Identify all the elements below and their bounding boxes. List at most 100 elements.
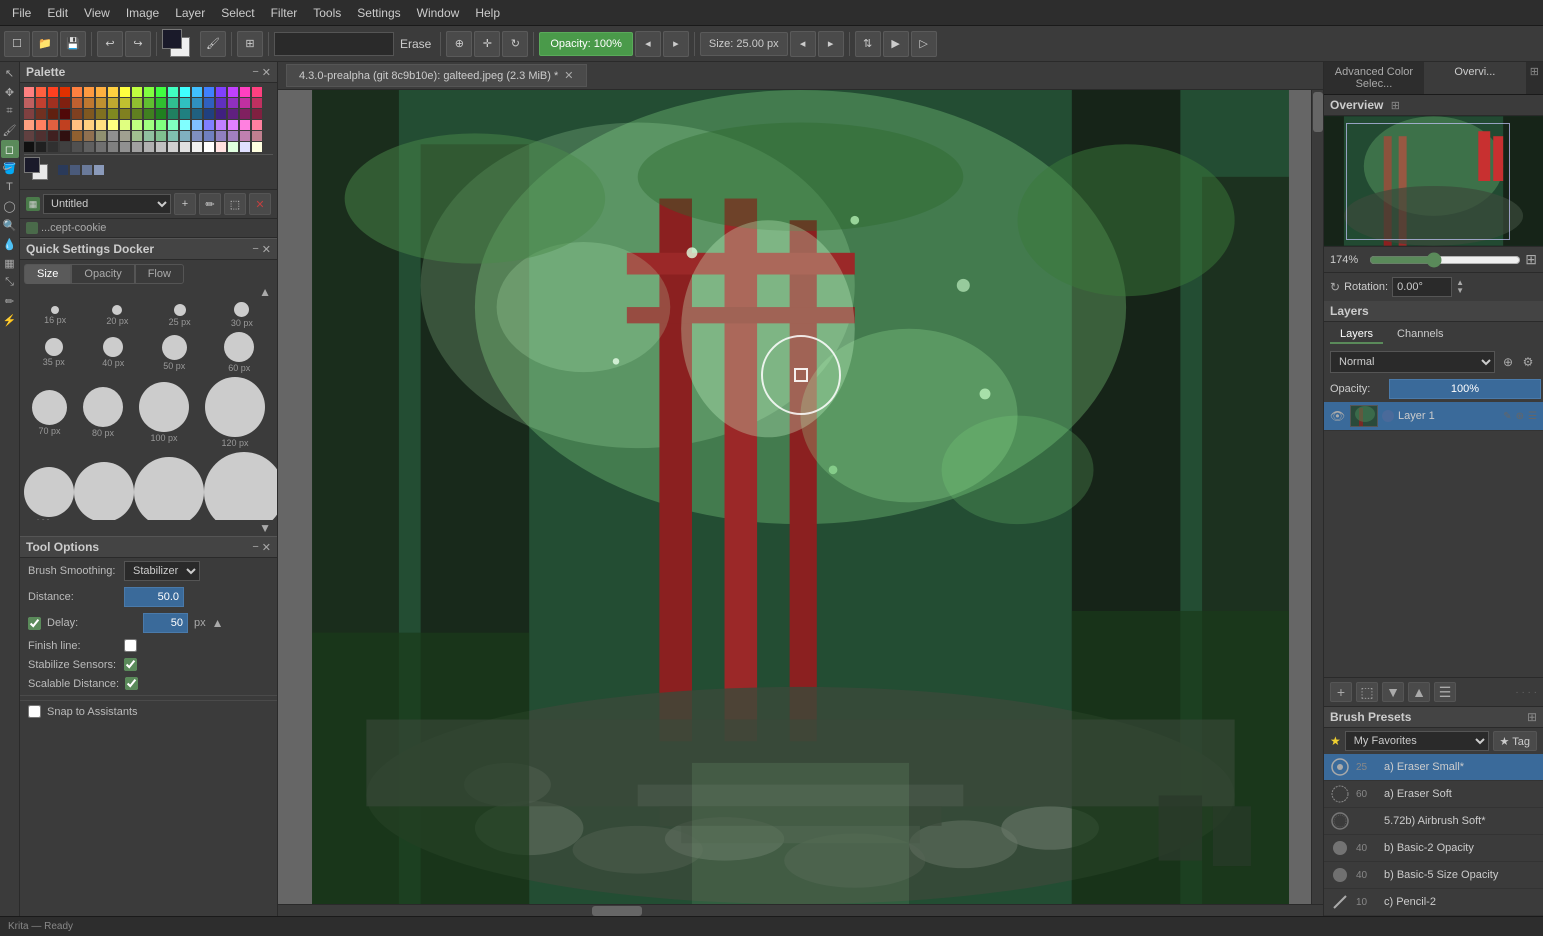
color-cell[interactable]	[252, 109, 262, 119]
brush-preset-basic2[interactable]: 40 b) Basic-2 Opacity	[1324, 835, 1543, 862]
layer-edit-icon[interactable]: ✎	[1503, 411, 1511, 422]
blend-icon-1[interactable]: ⊕	[1499, 353, 1517, 371]
panel-options-icon[interactable]: ⊞	[1526, 62, 1543, 94]
color-cell[interactable]	[204, 87, 214, 97]
color-cell[interactable]	[24, 98, 34, 108]
tool-transform[interactable]: ⤡	[1, 273, 19, 291]
color-cell[interactable]	[168, 131, 178, 141]
refresh-button[interactable]: ↻	[502, 31, 528, 57]
color-cell[interactable]	[168, 120, 178, 130]
menu-help[interactable]: Help	[467, 4, 508, 22]
color-cell[interactable]	[192, 87, 202, 97]
color-cell[interactable]	[72, 131, 82, 141]
delay-checkbox[interactable]	[28, 617, 41, 630]
color-cell[interactable]	[228, 142, 238, 152]
color-cell[interactable]	[132, 120, 142, 130]
brush-preset-airbrush[interactable]: 5.72b) Airbrush Soft*	[1324, 808, 1543, 835]
layers-tab[interactable]: Layers	[1330, 326, 1383, 344]
canvas-viewport[interactable]	[278, 90, 1323, 904]
finish-line-checkbox[interactable]	[124, 639, 137, 652]
color-cell[interactable]	[24, 87, 34, 97]
color-cell[interactable]	[48, 87, 58, 97]
color-cell[interactable]	[84, 98, 94, 108]
color-cell[interactable]	[216, 120, 226, 130]
brush-160px[interactable]: 160 px	[24, 467, 74, 520]
tab-opacity[interactable]: Opacity	[71, 264, 134, 284]
color-cell[interactable]	[168, 142, 178, 152]
scrollbar-thumb-v[interactable]	[1313, 92, 1323, 132]
color-cell[interactable]	[216, 109, 226, 119]
brush-tag-button[interactable]: ★ Tag	[1493, 731, 1537, 751]
quick-color[interactable]	[94, 165, 104, 175]
color-cell[interactable]	[24, 131, 34, 141]
tool-eyedropper[interactable]: 💧	[1, 235, 19, 253]
color-cell[interactable]	[84, 87, 94, 97]
brush-80px[interactable]: 80 px	[83, 387, 123, 438]
color-cell[interactable]	[216, 98, 226, 108]
menu-settings[interactable]: Settings	[349, 4, 408, 22]
tool-smart[interactable]: ⚡	[1, 311, 19, 329]
menu-tools[interactable]: Tools	[305, 4, 349, 22]
color-cell[interactable]	[132, 131, 142, 141]
palette-close[interactable]: ✕	[262, 66, 271, 79]
color-cell[interactable]	[180, 109, 190, 119]
color-cell[interactable]	[180, 131, 190, 141]
brush-scroll-down[interactable]: ▼	[259, 521, 271, 535]
brush-preset-eraser-small[interactable]: 25 a) Eraser Small*	[1324, 754, 1543, 781]
color-cell[interactable]	[204, 142, 214, 152]
color-cell[interactable]	[252, 131, 262, 141]
paint-fill-button[interactable]: ⊕	[446, 31, 472, 57]
brush-preset-eraser-soft[interactable]: 60 a) Eraser Soft	[1324, 781, 1543, 808]
tool-text[interactable]: T	[1, 178, 19, 196]
scalable-distance-checkbox[interactable]	[125, 677, 138, 690]
brush-tool[interactable]: 🖌	[200, 31, 226, 57]
tool-options-close[interactable]: ✕	[262, 541, 271, 554]
color-cell[interactable]	[36, 142, 46, 152]
color-cell[interactable]	[84, 109, 94, 119]
tool-eraser[interactable]: ◻	[1, 140, 19, 158]
brush-35px[interactable]: 35 px	[43, 338, 65, 367]
new-button[interactable]: ☐	[4, 31, 30, 57]
save-button[interactable]: 💾	[60, 31, 86, 57]
color-cell[interactable]	[108, 87, 118, 97]
menu-layer[interactable]: Layer	[167, 4, 213, 22]
tool-assistant[interactable]: ✏	[1, 292, 19, 310]
layer-footer-add[interactable]: +	[1330, 682, 1352, 702]
color-cell[interactable]	[156, 142, 166, 152]
color-cell[interactable]	[120, 98, 130, 108]
color-cell[interactable]	[72, 109, 82, 119]
color-cell[interactable]	[120, 120, 130, 130]
menu-image[interactable]: Image	[118, 4, 167, 22]
color-cell[interactable]	[180, 98, 190, 108]
color-cell[interactable]	[132, 109, 142, 119]
brush-filter-select[interactable]: My Favorites	[1345, 731, 1489, 751]
brush-scroll-up[interactable]: ▲	[259, 285, 271, 299]
tab-close-icon[interactable]: ✕	[564, 69, 573, 82]
stabilize-sensors-checkbox[interactable]	[124, 658, 137, 671]
zoom-slider[interactable]	[1369, 252, 1521, 268]
fg-swatch[interactable]	[24, 157, 40, 173]
color-cell[interactable]	[252, 120, 262, 130]
color-cell[interactable]	[216, 87, 226, 97]
grid-button[interactable]: ⊞	[237, 31, 263, 57]
brush-300px[interactable]: 300 px	[204, 452, 277, 520]
layer-duplicate[interactable]: ⬚	[224, 193, 246, 215]
color-cell[interactable]	[192, 98, 202, 108]
color-cell[interactable]	[204, 109, 214, 119]
layer-item[interactable]: 👁 Layer 1 ✎ ⊕ ☰	[1324, 402, 1543, 431]
scrollbar-thumb-h[interactable]	[592, 906, 642, 916]
brush-50px[interactable]: 50 px	[162, 335, 187, 371]
color-cell[interactable]	[156, 109, 166, 119]
color-cell[interactable]	[96, 87, 106, 97]
brush-preset-pencil2[interactable]: 10 c) Pencil-2	[1324, 889, 1543, 916]
canvas-scrollbar-v[interactable]	[1311, 90, 1323, 904]
undo-button[interactable]: ↩	[97, 31, 123, 57]
quick-color[interactable]	[82, 165, 92, 175]
color-cell[interactable]	[240, 131, 250, 141]
color-cell[interactable]	[72, 87, 82, 97]
transform-button[interactable]: ✛	[474, 31, 500, 57]
color-cell[interactable]	[216, 131, 226, 141]
color-cell[interactable]	[96, 142, 106, 152]
open-button[interactable]: 📁	[32, 31, 58, 57]
color-cell[interactable]	[252, 87, 262, 97]
